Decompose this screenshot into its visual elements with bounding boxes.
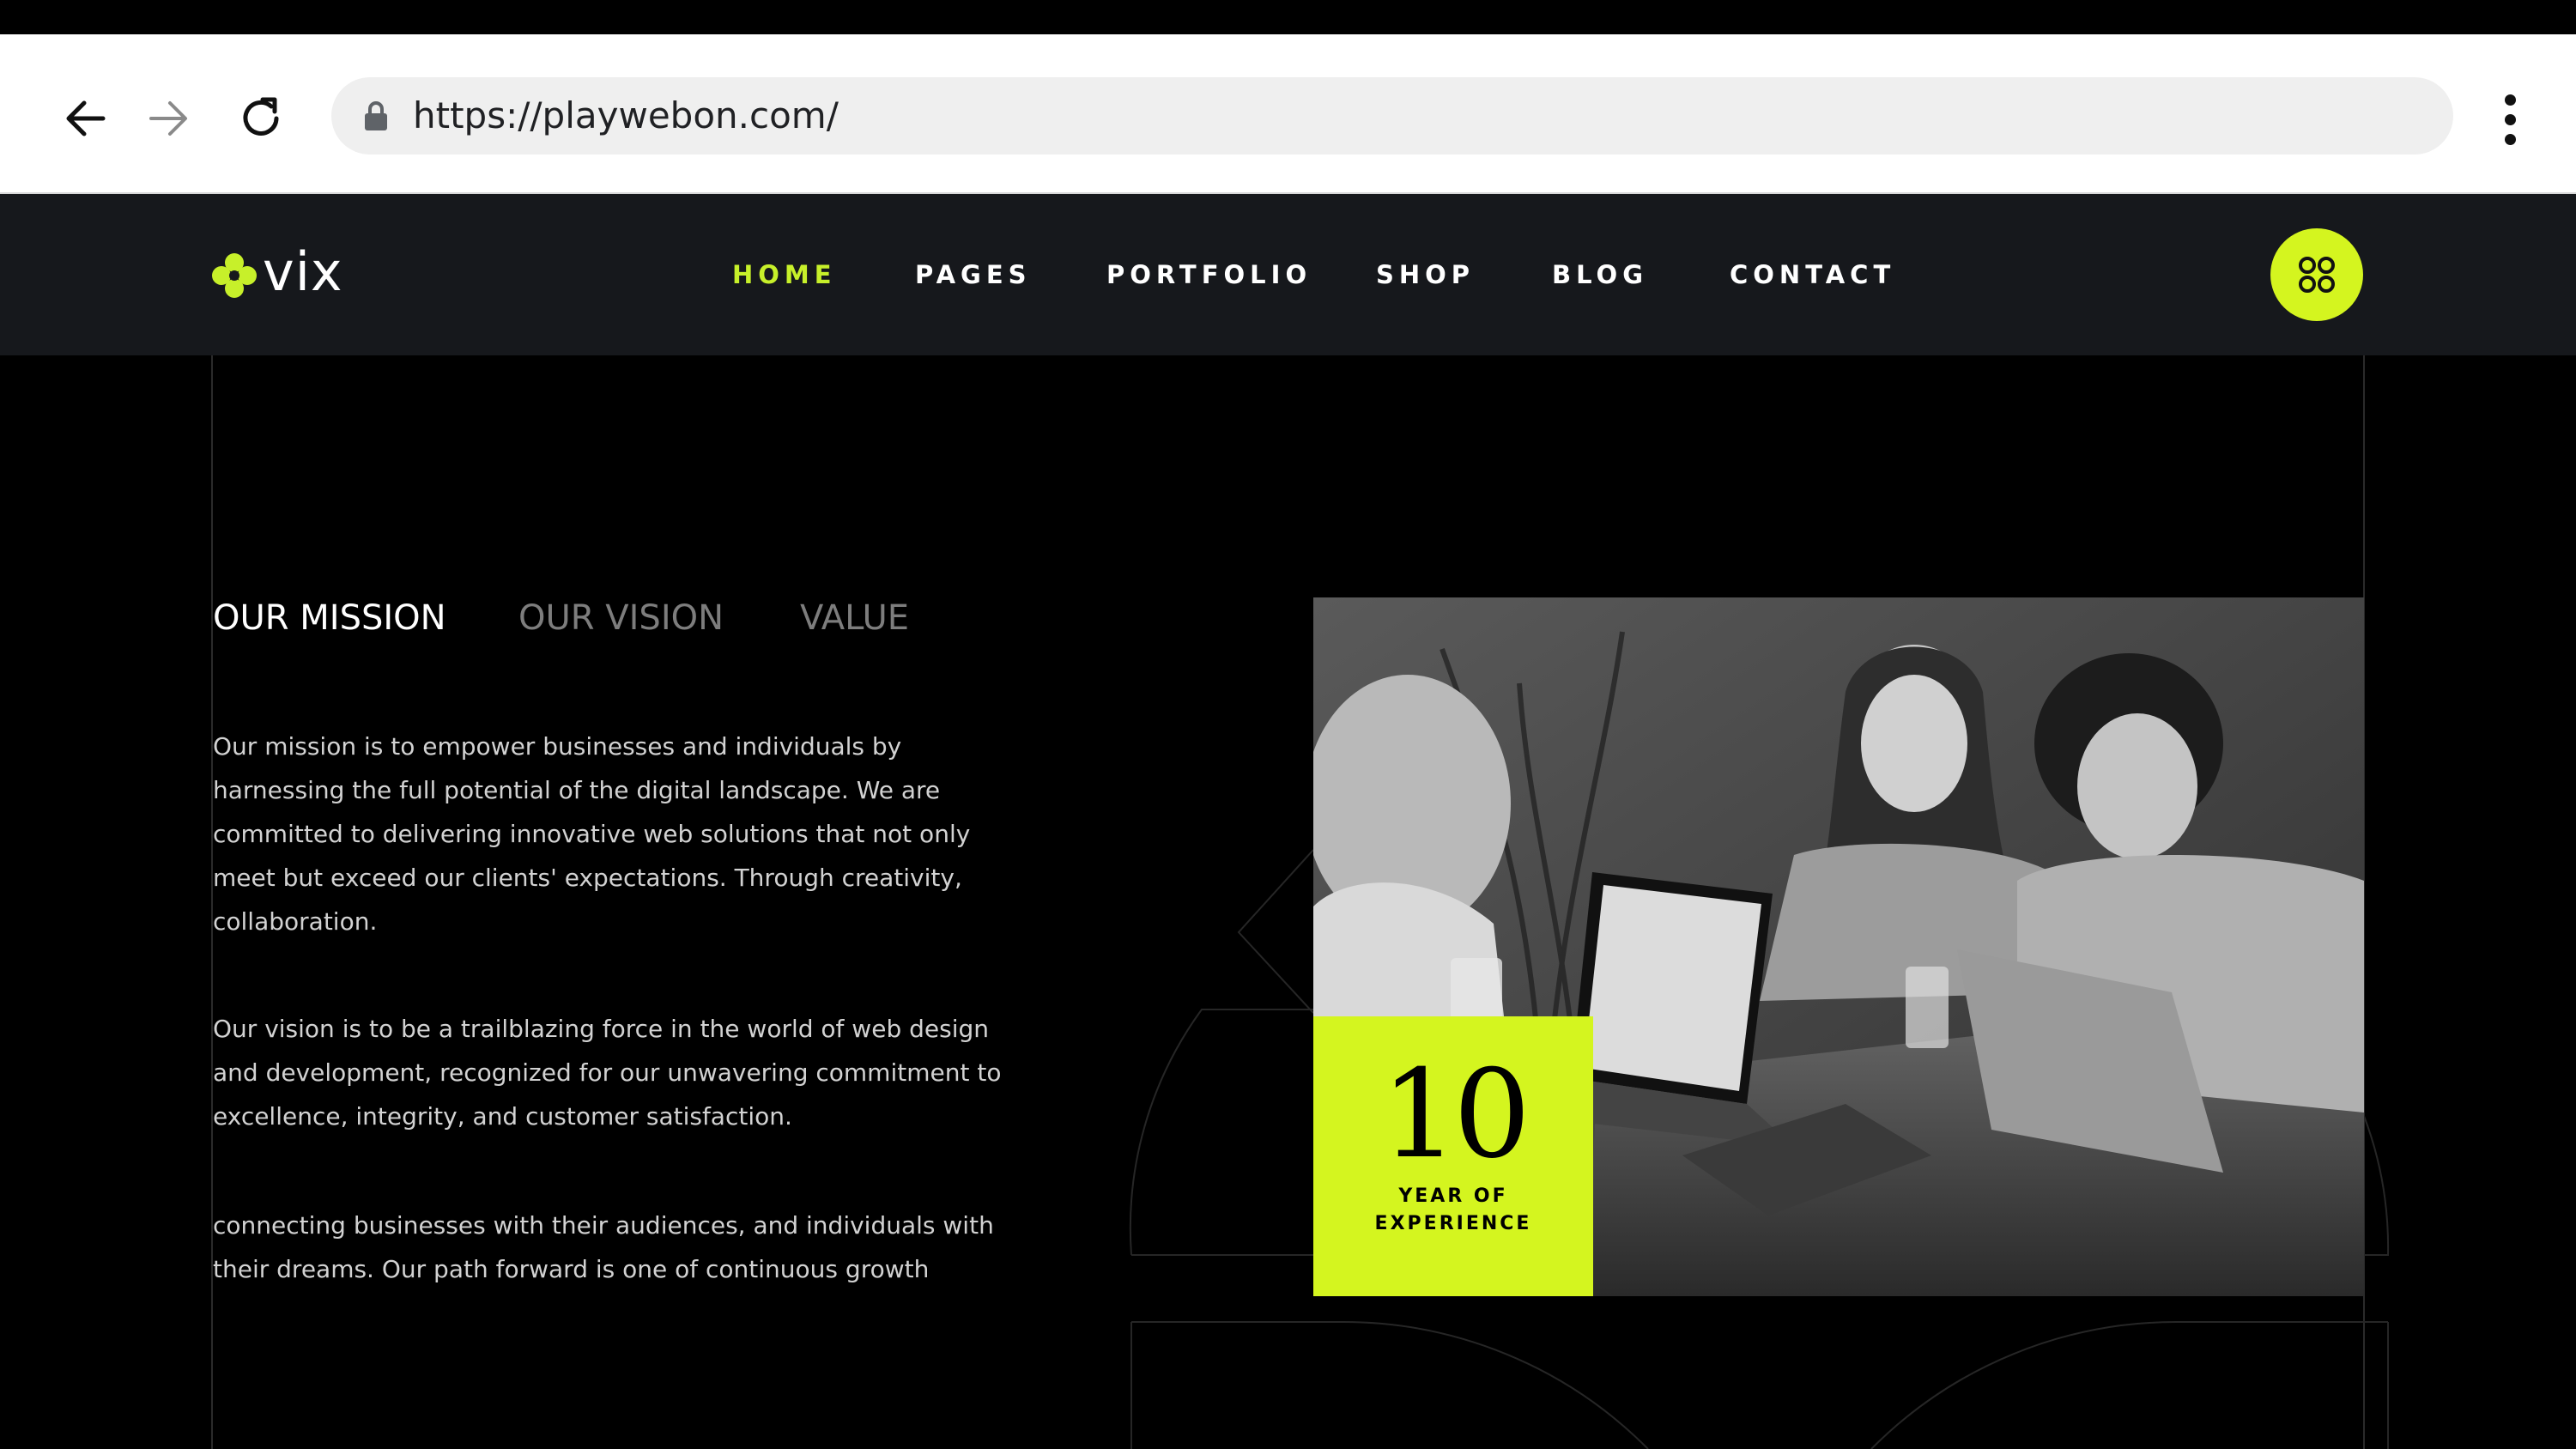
- value-paragraph: connecting businesses with their audienc…: [213, 1211, 994, 1283]
- tab-our-vision[interactable]: OUR VISION: [518, 592, 724, 644]
- reload-icon[interactable]: [233, 91, 288, 146]
- lock-icon: [365, 101, 387, 130]
- tab-value[interactable]: VALUE: [800, 592, 909, 644]
- nav-shop[interactable]: SHOP: [1376, 194, 1475, 355]
- grid-menu-button[interactable]: [2270, 228, 2363, 321]
- experience-label-line2: EXPERIENCE: [1374, 1213, 1532, 1234]
- tab-our-mission[interactable]: OUR MISSION: [213, 592, 446, 644]
- experience-badge: 10 YEAR OF EXPERIENCE: [1313, 1016, 1593, 1296]
- experience-number: 10: [1380, 1044, 1531, 1185]
- more-options-icon[interactable]: [2494, 86, 2525, 155]
- nav-portfolio[interactable]: PORTFOLIO: [1106, 194, 1312, 355]
- main-nav: HOME PAGES PORTFOLIO SHOP BLOG CONTACT: [0, 194, 2576, 355]
- experience-label-line1: YEAR OF: [1398, 1185, 1508, 1207]
- nav-blog[interactable]: BLOG: [1552, 194, 1648, 355]
- vision-paragraph: Our vision is to be a trailblazing force…: [213, 1015, 1002, 1131]
- status-strip: [0, 0, 2576, 34]
- experience-label: YEAR OF EXPERIENCE: [1313, 1183, 1593, 1238]
- forward-arrow-icon[interactable]: [141, 91, 196, 146]
- back-arrow-icon[interactable]: [58, 91, 113, 146]
- nav-pages[interactable]: PAGES: [915, 194, 1032, 355]
- nav-contact[interactable]: CONTACT: [1730, 194, 1895, 355]
- site-header: vix HOME PAGES PORTFOLIO SHOP BLOG CONTA…: [0, 194, 2576, 355]
- mission-paragraph: Our mission is to empower businesses and…: [213, 732, 971, 936]
- nav-home[interactable]: HOME: [732, 194, 837, 355]
- browser-toolbar: https://playwebon.com/: [0, 34, 2576, 194]
- address-bar[interactable]: https://playwebon.com/: [331, 77, 2453, 155]
- url-text[interactable]: https://playwebon.com/: [413, 77, 839, 155]
- grid-icon: [2299, 257, 2335, 293]
